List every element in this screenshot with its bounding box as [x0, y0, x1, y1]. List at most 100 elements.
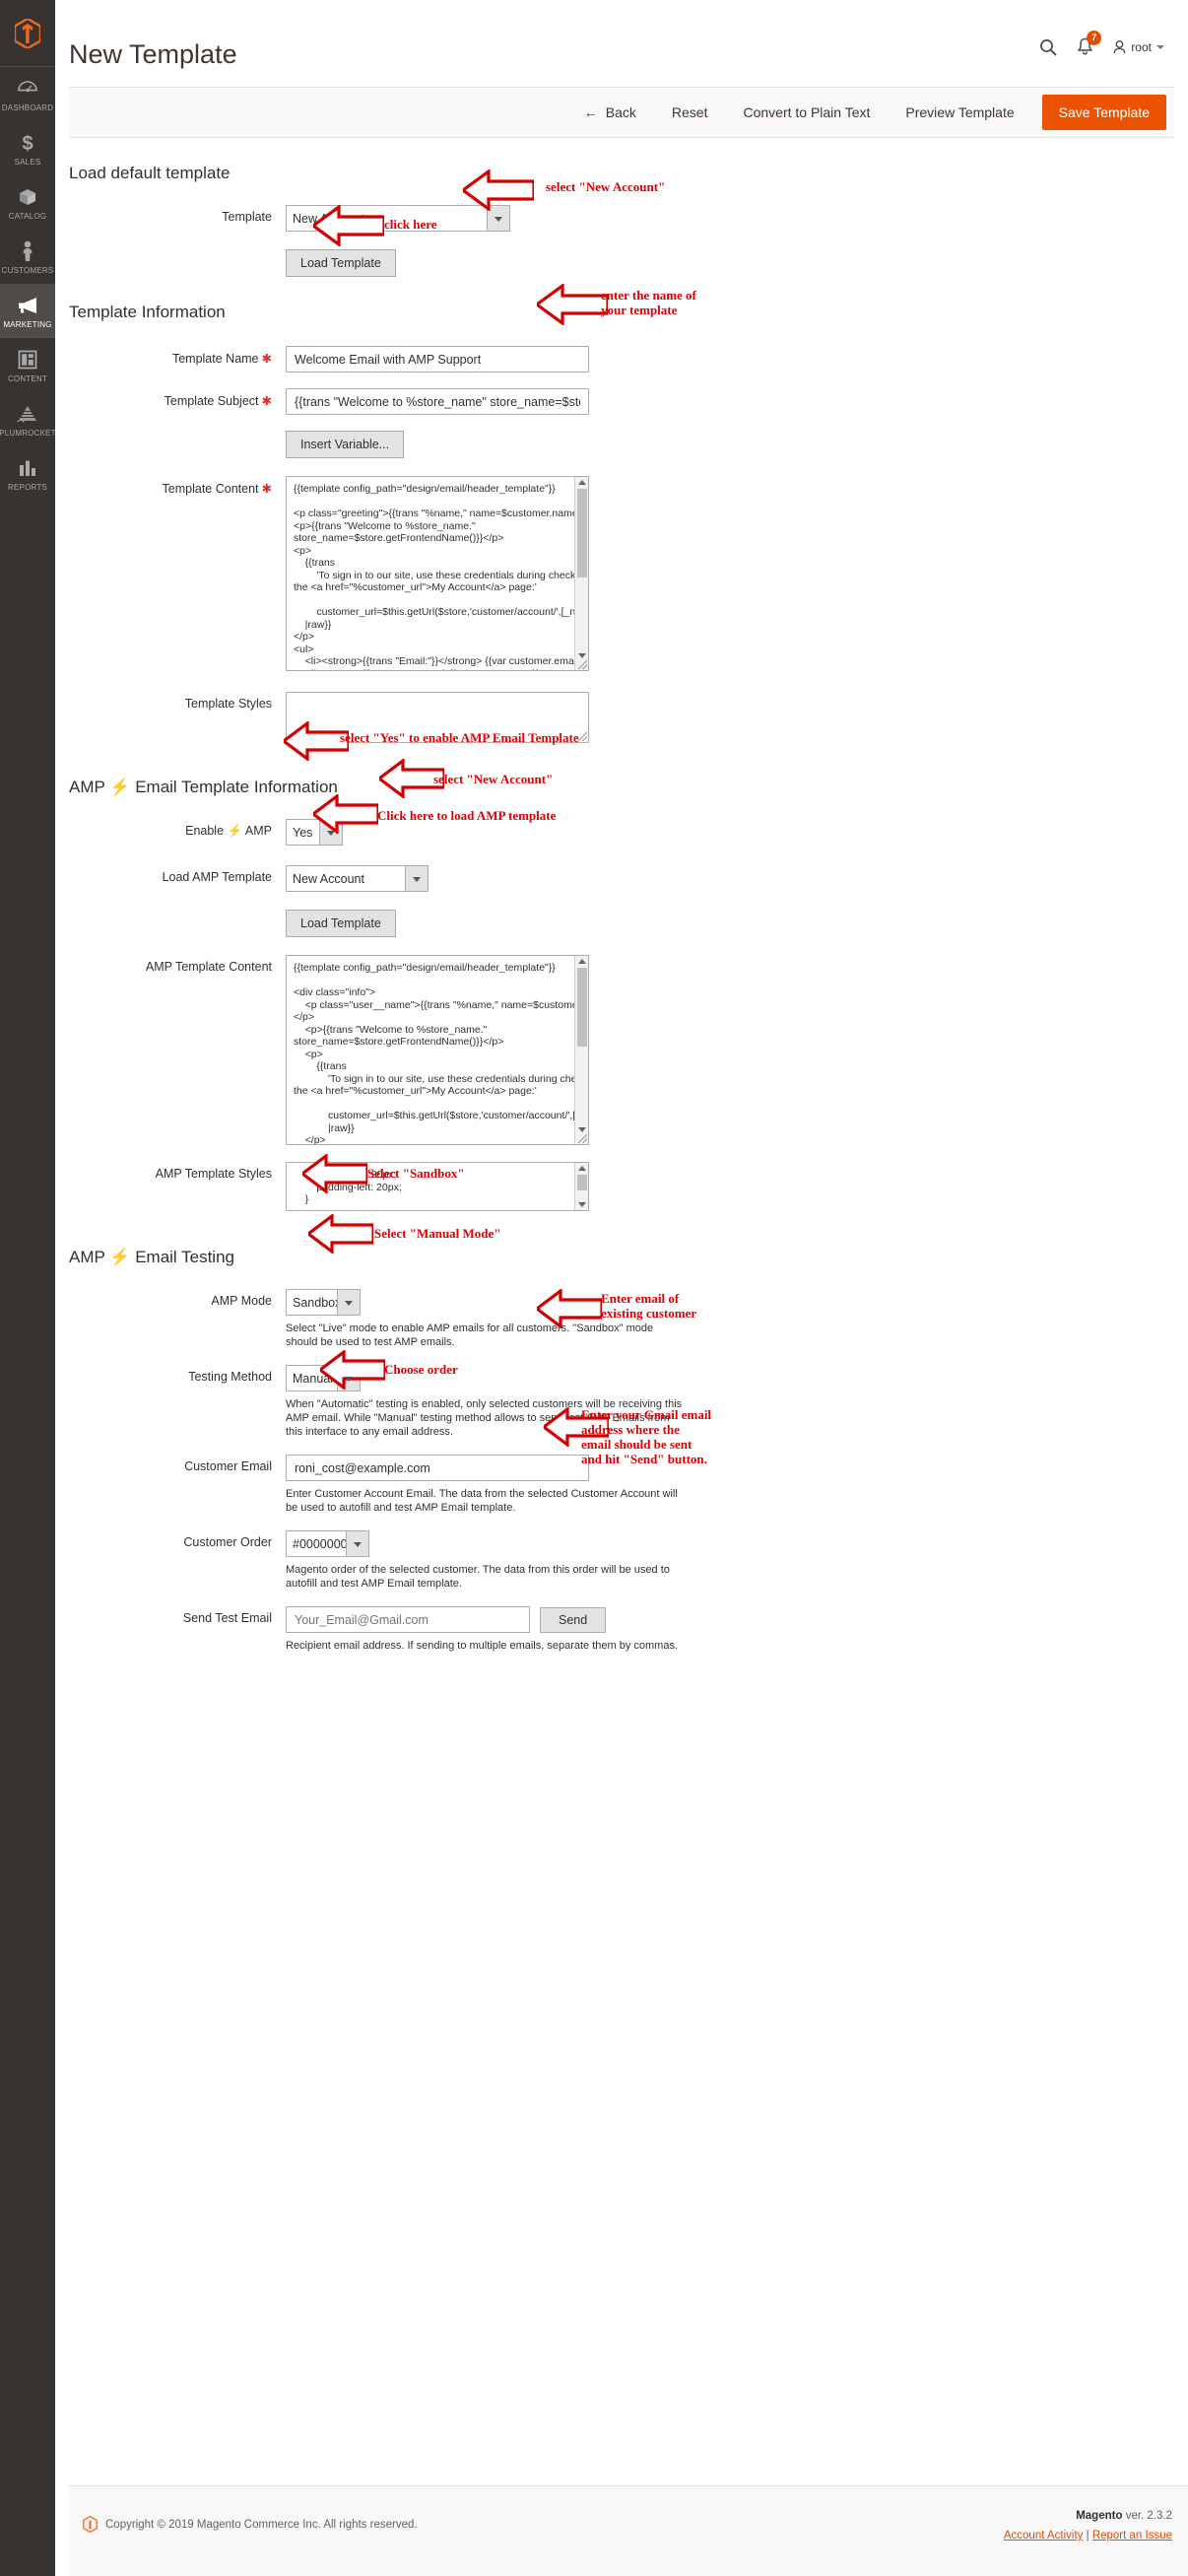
enable-amp-label: Enable ⚡ AMP	[185, 824, 272, 838]
customer-order-note: Magento order of the selected customer. …	[286, 1564, 670, 1590]
page-container: New Template 7 root ← Back Reset Convert…	[55, 0, 1188, 2576]
enable-amp-select-wrap: Yes	[286, 819, 343, 846]
customer-email-label: Customer Email	[184, 1459, 272, 1473]
template-name-label: Template Name ✱	[171, 352, 272, 366]
megaphone-icon	[17, 295, 38, 316]
required-marker: ✱	[261, 482, 272, 496]
admin-user-name: root	[1131, 39, 1152, 54]
customer-email-input[interactable]	[286, 1455, 589, 1481]
load-amp-template-button[interactable]: Load Template	[286, 910, 396, 937]
magento-logo-icon	[15, 18, 40, 48]
footer-right: Magento ver. 2.3.2 Account Activity | Re…	[1004, 2510, 1172, 2542]
customer-email-note: Enter Customer Account Email. The data f…	[286, 1488, 678, 1514]
load-template-button[interactable]: Load Template	[286, 249, 396, 277]
page-footer: Copyright © 2019 Magento Commerce Inc. A…	[69, 2485, 1188, 2576]
page-actions-toolbar: ← Back Reset Convert to Plain Text Previ…	[69, 87, 1174, 138]
send-test-email-label: Send Test Email	[182, 1611, 272, 1625]
resize-grip-icon[interactable]	[578, 732, 587, 741]
magento-logo[interactable]	[0, 0, 55, 67]
customer-order-label: Customer Order	[183, 1535, 272, 1549]
sidebar-item-label: DASHBOARD	[1, 103, 54, 112]
sidebar-item-catalog[interactable]: CATALOG	[0, 175, 55, 230]
amp-template-information-heading: AMP ⚡ Email Template Information	[69, 778, 338, 796]
load-amp-template-select[interactable]: New Account	[286, 865, 429, 892]
sidebar-item-label: PLUMROCKET	[0, 429, 56, 438]
template-content-label: Template Content ✱	[162, 482, 272, 496]
amp-styles-scrollbar[interactable]	[574, 1163, 588, 1210]
sidebar-item-label: CATALOG	[8, 212, 47, 221]
sidebar-item-label: MARKETING	[3, 320, 52, 329]
anno-enable-amp: select "Yes" to enable AMP Email Templat…	[340, 730, 579, 745]
template-styles-label: Template Styles	[184, 697, 272, 711]
amp-mode-select-wrap: Sandbox	[286, 1289, 361, 1316]
load-amp-template-label: Load AMP Template	[162, 870, 272, 884]
bell-icon[interactable]: 7	[1077, 31, 1102, 56]
anno-manual: Select "Manual Mode"	[374, 1226, 501, 1241]
header-actions: 7 root	[1039, 31, 1164, 56]
send-test-email-input[interactable]	[286, 1606, 530, 1633]
account-activity-link[interactable]: Account Activity	[1004, 2530, 1084, 2542]
amp-template-styles-label: AMP Template Styles	[155, 1167, 272, 1181]
bolt-icon: ⚡	[227, 824, 243, 838]
template-content-wrap: {{template config_path="design/email/hea…	[286, 476, 589, 671]
template-content-scrollbar[interactable]	[574, 477, 588, 670]
send-button[interactable]: Send	[540, 1606, 607, 1633]
enable-amp-select[interactable]: Yes	[286, 819, 343, 846]
bolt-icon: ⚡	[109, 778, 131, 796]
required-marker: ✱	[261, 394, 272, 408]
resize-grip-icon[interactable]	[578, 660, 587, 669]
sidebar-item-plumrocket[interactable]: PLUMROCKET	[0, 392, 56, 446]
admin-user-menu[interactable]: root	[1113, 40, 1164, 54]
layout-icon	[18, 349, 37, 371]
sidebar-item-customers[interactable]: CUSTOMERS	[0, 230, 55, 284]
anno-order: Choose order	[384, 1362, 458, 1377]
plumrocket-icon	[16, 403, 39, 425]
anno-customer-email: Enter email of existing customer	[601, 1291, 697, 1321]
convert-to-plain-text-button[interactable]: Convert to Plain Text	[725, 97, 888, 128]
template-content-textarea[interactable]: {{template config_path="design/email/hea…	[286, 476, 589, 671]
notification-count: 7	[1087, 31, 1102, 45]
page-title: New Template	[69, 39, 237, 69]
back-button[interactable]: ← Back	[566, 97, 654, 128]
sidebar-item-dashboard[interactable]: DASHBOARD	[0, 67, 55, 121]
amp-content-scrollbar[interactable]	[574, 956, 588, 1144]
amp-template-content-wrap: {{template config_path="design/email/hea…	[286, 955, 589, 1145]
back-arrow-icon: ←	[583, 104, 598, 120]
testing-method-select-wrap: Manual	[286, 1365, 361, 1391]
amp-email-testing-heading: AMP ⚡ Email Testing	[69, 1248, 234, 1266]
amp-template-content-label: AMP Template Content	[145, 960, 272, 974]
sidebar-item-label: SALES	[14, 158, 41, 167]
resize-grip-icon[interactable]	[578, 1134, 587, 1143]
sidebar-item-marketing[interactable]: MARKETING	[0, 284, 55, 338]
anno-select-new-account-1: select "New Account"	[546, 179, 666, 194]
insert-variable-button[interactable]: Insert Variable...	[286, 431, 405, 458]
footer-copyright: Copyright © 2019 Magento Commerce Inc. A…	[83, 2516, 418, 2533]
preview-template-button[interactable]: Preview Template	[888, 97, 1031, 128]
testing-method-select[interactable]: Manual	[286, 1365, 361, 1391]
anno-enter-name: enter the name of your template	[601, 288, 696, 317]
anno-select-new-account-2: select "New Account"	[433, 772, 554, 786]
bolt-icon: ⚡	[109, 1248, 131, 1266]
amp-mode-select[interactable]: Sandbox	[286, 1289, 361, 1316]
save-template-button[interactable]: Save Template	[1041, 95, 1166, 130]
anno-send: Enter your Gmail email address where the…	[581, 1407, 712, 1466]
footer-version-text: ver. 2.3.2	[1125, 2510, 1172, 2522]
chevron-down-icon	[1156, 44, 1164, 49]
back-label: Back	[605, 104, 636, 120]
amp-template-content-textarea[interactable]: {{template config_path="design/email/hea…	[286, 955, 589, 1145]
page-header: New Template 7 root	[55, 0, 1188, 87]
reset-button[interactable]: Reset	[654, 97, 726, 128]
footer-version: Magento ver. 2.3.2	[1004, 2510, 1172, 2522]
sidebar-item-sales[interactable]: $ SALES	[0, 121, 55, 175]
template-subject-input[interactable]	[286, 388, 589, 415]
template-name-input[interactable]	[286, 346, 589, 373]
sidebar-item-reports[interactable]: REPORTS	[0, 446, 55, 501]
bar-chart-icon	[18, 457, 37, 479]
customer-order-select[interactable]: #000000001	[286, 1530, 369, 1557]
search-icon[interactable]	[1039, 38, 1057, 56]
sidebar-item-content[interactable]: CONTENT	[0, 338, 55, 392]
magento-logo-icon	[83, 2516, 98, 2533]
report-issue-link[interactable]: Report an Issue	[1092, 2530, 1172, 2542]
svg-text:$: $	[22, 133, 33, 154]
person-icon	[21, 240, 34, 262]
